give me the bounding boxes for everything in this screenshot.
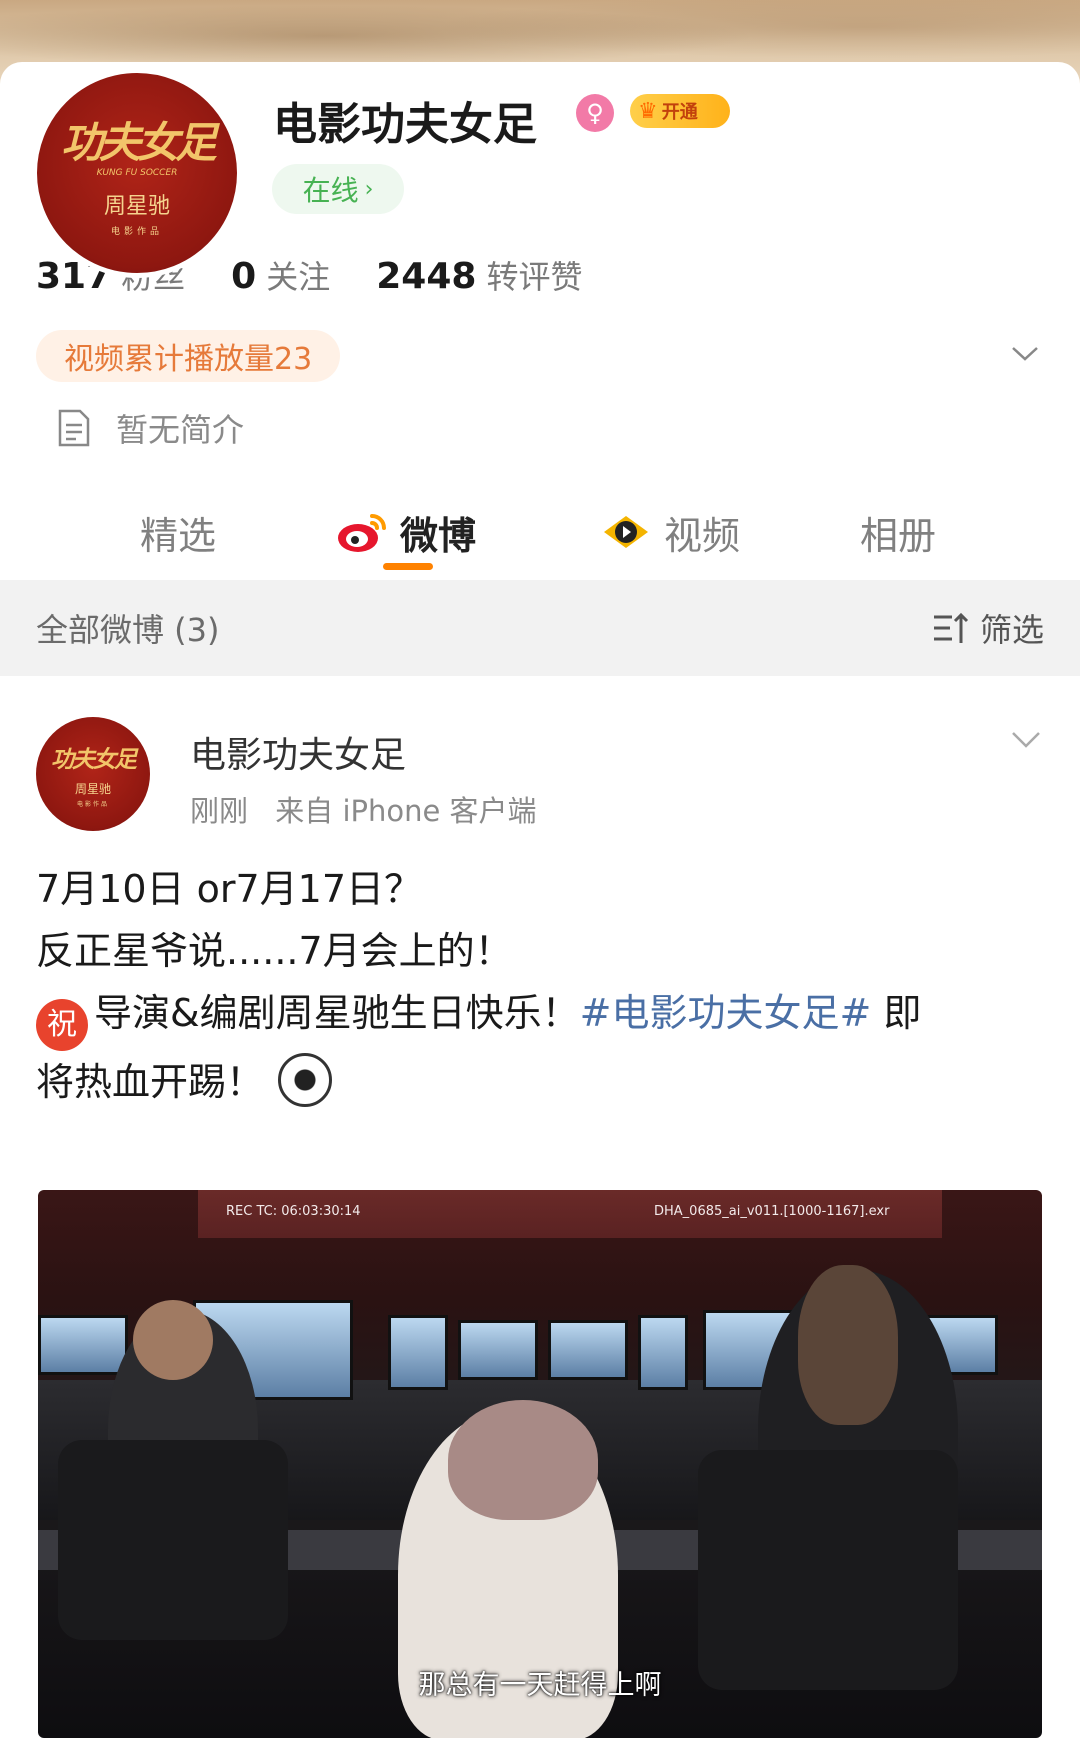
tab-label: 视频: [664, 513, 741, 558]
stat-label: 转评赞: [486, 258, 583, 296]
avatar-logo-en: KUNG FU SOCCER: [96, 168, 178, 178]
post-line: 7月10日 or7月17日？: [36, 867, 423, 911]
monitor: [638, 1315, 688, 1390]
celebrate-emoji-icon: 祝: [36, 999, 88, 1051]
person-center-cap: [448, 1400, 598, 1520]
person-right-hair: [798, 1265, 898, 1425]
monitor: [548, 1320, 628, 1380]
monitor: [38, 1315, 128, 1375]
post-line-text: 将热血开踢！: [36, 1060, 265, 1104]
avatar-sub: 电影作品: [76, 801, 109, 808]
avatar-sub: 电影作品: [110, 227, 163, 237]
post-line: 祝导演&编剧周星驰生日快乐！#电影功夫女足# 即: [36, 982, 1046, 1051]
chair-right: [698, 1450, 958, 1690]
post-meta: 刚刚 来自 iPhone 客户端: [190, 788, 537, 830]
post-avatar[interactable]: 功夫女足 周星驰 电影作品: [36, 717, 150, 831]
video-icon: [604, 516, 648, 548]
filename-text: DHA_0685_ai_v011.[1000-1167].exr: [654, 1204, 890, 1219]
monitor: [458, 1320, 538, 1380]
female-gender-icon: ♀: [576, 94, 614, 132]
stat-label: 关注: [266, 258, 331, 296]
bio-text: 暂无简介: [116, 411, 245, 449]
timecode-text: REC TC: 06:03:30:14: [226, 1204, 361, 1219]
vip-label: 开通: [661, 102, 698, 123]
post-line: 反正星爷说......7月会上的！: [36, 929, 513, 973]
post-source: 来自 iPhone 客户端: [275, 794, 537, 828]
filter-icon: [933, 612, 969, 643]
post-line: 将热血开踢！: [36, 1051, 1046, 1113]
tab-weibo[interactable]: 微博: [336, 492, 476, 572]
filter-label: 筛选: [979, 611, 1044, 649]
avatar-director: 周星驰: [103, 194, 170, 219]
following-stat[interactable]: 0 关注: [231, 252, 330, 298]
profile-avatar[interactable]: 功夫女足 KUNG FU SOCCER 周星驰 电影作品: [32, 68, 242, 278]
tab-featured[interactable]: 精选: [140, 492, 216, 572]
profile-name: 电影功夫女足: [273, 99, 537, 150]
chair-left: [58, 1440, 288, 1640]
person-left-head: [133, 1300, 213, 1380]
monitor: [388, 1315, 448, 1390]
video-subtitle: 那总有一天赶得上啊: [418, 1670, 662, 1701]
active-tab-indicator: [383, 563, 433, 570]
post-video-thumbnail[interactable]: REC TC: 06:03:30:14 DHA_0685_ai_v011.[10…: [38, 1190, 1042, 1738]
tab-label: 微博: [400, 513, 477, 558]
chevron-down-icon[interactable]: [1010, 338, 1040, 368]
weibo-icon: [338, 514, 386, 552]
filter-button[interactable]: 筛选: [932, 605, 1044, 651]
feed-count-title: 全部微博 (3): [36, 611, 220, 649]
avatar-director: 周星驰: [74, 782, 111, 796]
video-playcount-badge[interactable]: 视频累计播放量23: [36, 330, 341, 382]
feed-filter-bar: 全部微博 (3) 筛选: [0, 580, 1080, 676]
post-content: 7月10日 or7月17日？ 反正星爷说......7月会上的！ 祝导演&编剧周…: [36, 858, 1046, 1113]
online-label: 在线: [302, 174, 359, 207]
avatar-logo-text: 功夫女足: [51, 746, 137, 773]
soccer-ball-icon: [278, 1053, 333, 1107]
interactions-stat[interactable]: 2448 转评赞: [376, 252, 582, 298]
stat-number: 2448: [376, 256, 477, 297]
chevron-right-icon: ›: [364, 176, 374, 202]
online-status-button[interactable]: 在线 ›: [272, 164, 404, 214]
post-time: 刚刚: [190, 794, 249, 828]
post-author[interactable]: 电影功夫女足: [190, 726, 406, 778]
crown-icon: ♛: [638, 98, 658, 124]
tab-label: 相册: [860, 513, 937, 558]
post-menu-chevron-icon[interactable]: [1010, 728, 1042, 752]
tab-album[interactable]: 相册: [860, 492, 936, 572]
document-icon: [58, 409, 90, 447]
avatar-logo-text: 功夫女足: [60, 118, 217, 167]
post-line-text: 导演&编剧周星驰生日快乐！: [94, 991, 580, 1035]
hashtag-link[interactable]: #电影功夫女足#: [580, 991, 872, 1035]
tab-label: 精选: [140, 513, 217, 558]
vip-badge[interactable]: ♛ 开通: [630, 94, 730, 128]
profile-bio: 暂无简介: [56, 405, 244, 451]
stat-number: 0: [231, 256, 257, 297]
tab-video[interactable]: 视频: [600, 492, 740, 572]
post-line-text: 即: [871, 991, 922, 1035]
